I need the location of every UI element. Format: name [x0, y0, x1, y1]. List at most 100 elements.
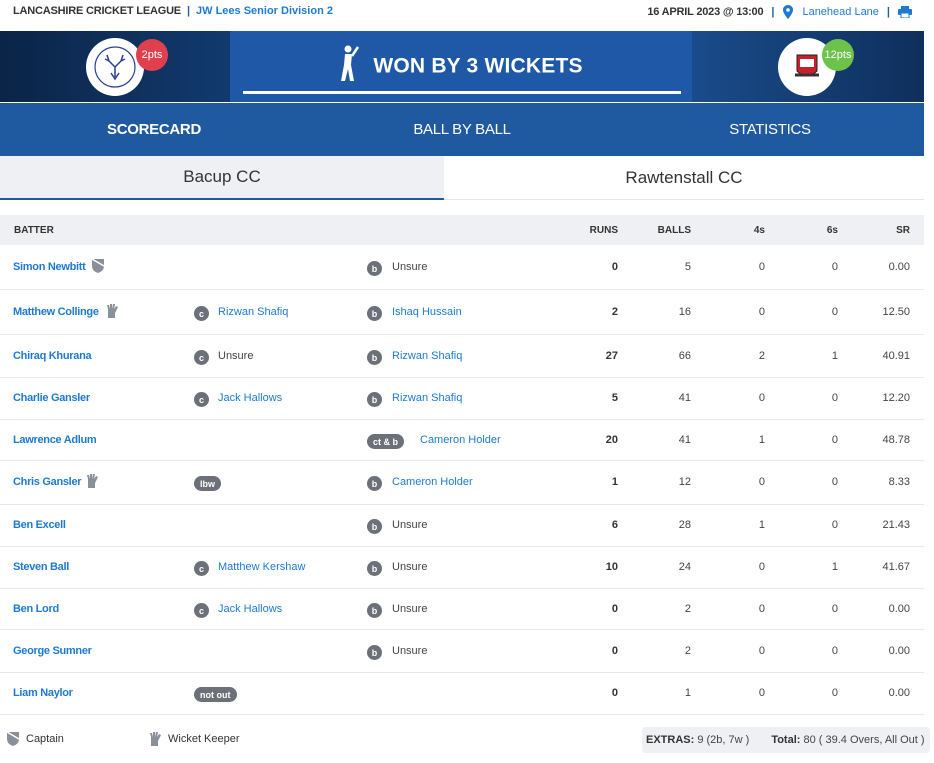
bowler-name: Unsure: [392, 261, 428, 273]
batter-name[interactable]: Steven Ball: [13, 561, 69, 573]
tab-statistics[interactable]: STATISTICS: [616, 103, 924, 156]
batter-name[interactable]: Chris Gansler: [13, 476, 82, 488]
sixes-cell: 0: [831, 306, 838, 318]
strike-rate-cell: 48.78: [882, 434, 910, 446]
strike-rate-cell: 41.67: [882, 561, 910, 573]
separator: |: [186, 5, 191, 17]
balls-cell: 5: [684, 261, 691, 273]
shield-icon: [6, 731, 20, 746]
batting-table: BATTER RUNS BALLS 4s 6s SR Simon Newbitt…: [0, 215, 924, 715]
strike-rate-cell: 0.00: [888, 261, 910, 273]
scorecard-nav: SCORECARD BALL BY BALL STATISTICS: [0, 103, 924, 156]
bowler-name: Unsure: [392, 603, 428, 615]
extras: EXTRAS: 9 (2b, 7w ): [646, 734, 749, 746]
bowler-name[interactable]: Ishaq Hussain: [392, 306, 462, 318]
sixes-cell: 0: [831, 687, 838, 699]
scorecard-footer: Captain Wicket Keeper EXTRAS: 9 (2b, 7w …: [0, 725, 934, 757]
result-text-wrap: WON BY 3 WICKETS: [230, 45, 692, 89]
glove-icon: [150, 732, 161, 746]
dismissal-type-badge: c: [194, 306, 209, 321]
bowler-name[interactable]: Cameron Holder: [420, 434, 501, 446]
sixes-cell: 0: [831, 519, 838, 531]
innings-tabs: Bacup CC Rawtenstall CC: [0, 156, 924, 200]
batter-name[interactable]: Charlie Gansler: [13, 392, 90, 404]
innings-totals: EXTRAS: 9 (2b, 7w ) Total: 80 ( 39.4 Ove…: [642, 727, 930, 753]
batter-name[interactable]: Lawrence Adlum: [13, 434, 97, 446]
batter-name[interactable]: Ben Excell: [13, 519, 66, 531]
fours-cell: 0: [758, 645, 765, 657]
batter-icon: [339, 45, 360, 89]
bowler-name: Unsure: [392, 561, 428, 573]
fielder-name[interactable]: Jack Hallows: [218, 392, 282, 404]
bowled-badge: b: [367, 392, 382, 407]
dismissal-type-badge: c: [194, 561, 209, 576]
match-info-bar: LANCASHIRE CRICKET LEAGUE | JW Lees Seni…: [0, 0, 934, 28]
runs-cell: 2: [611, 306, 618, 318]
bowled-badge: b: [367, 603, 382, 618]
result-underline: [243, 91, 681, 94]
home-team-panel: 2pts: [0, 31, 230, 102]
tab-away-innings[interactable]: Rawtenstall CC: [444, 156, 924, 200]
batter-name[interactable]: George Sumner: [13, 645, 92, 657]
batter-name[interactable]: Simon Newbitt: [13, 261, 86, 273]
bowler-name[interactable]: Cameron Holder: [392, 476, 473, 488]
away-points-badge: 12pts: [822, 39, 854, 71]
fours-cell: 1: [758, 434, 765, 446]
fours-cell: 0: [758, 561, 765, 573]
table-header: BATTER RUNS BALLS 4s 6s SR: [0, 215, 924, 245]
batter-name[interactable]: Matthew Collinge: [13, 306, 99, 318]
division-link[interactable]: JW Lees Senior Division 2: [196, 5, 333, 17]
runs-cell: 6: [611, 519, 618, 531]
fours-cell: 0: [758, 392, 765, 404]
runs-cell: 0: [611, 687, 618, 699]
runs-cell: 1: [611, 476, 618, 488]
captain-icon: [90, 258, 106, 274]
league-name[interactable]: LANCASHIRE CRICKET LEAGUE: [13, 5, 181, 17]
bowled-badge: b: [367, 519, 382, 534]
sixes-cell: 1: [831, 350, 838, 362]
bowled-badge: b: [367, 306, 382, 321]
table-row: George Sumner b Unsure 0 2 0 0 0.00: [0, 630, 924, 673]
strike-rate-cell: 8.33: [888, 476, 910, 488]
batter-name[interactable]: Chiraq Khurana: [13, 350, 92, 362]
captain-legend: Captain: [6, 731, 64, 747]
sixes-cell: 0: [831, 392, 838, 404]
strike-rate-cell: 21.43: [882, 519, 910, 531]
dismissal-type-badge: not out: [194, 687, 237, 702]
total-label: Total:: [771, 734, 801, 746]
fours-cell: 0: [758, 687, 765, 699]
strike-rate-cell: 12.20: [882, 392, 910, 404]
home-team-logo[interactable]: [86, 38, 144, 96]
bowler-name[interactable]: Rizwan Shafiq: [392, 350, 462, 362]
strike-rate-cell: 0.00: [888, 687, 910, 699]
tab-scorecard[interactable]: SCORECARD: [0, 103, 308, 156]
bowled-badge: b: [367, 350, 382, 365]
tab-ball-by-ball[interactable]: BALL BY BALL: [308, 103, 616, 156]
tab-home-innings[interactable]: Bacup CC: [0, 156, 444, 200]
venue-link[interactable]: Lanehead Lane: [802, 6, 878, 18]
runs-cell: 0: [611, 645, 618, 657]
header-fours: 4s: [753, 225, 765, 236]
fielder-name[interactable]: Jack Hallows: [218, 603, 282, 615]
bowler-name[interactable]: Rizwan Shafiq: [392, 392, 462, 404]
fours-cell: 0: [758, 261, 765, 273]
result-panel: WON BY 3 WICKETS: [230, 31, 692, 102]
table-row: Chris Gansler lbw b Cameron Holder 1 12 0 0 8.33: [0, 461, 924, 505]
fielder-name[interactable]: Matthew Kershaw: [218, 561, 305, 573]
bowled-badge: b: [367, 476, 382, 491]
table-body: Simon Newbitt b Unsure 0 5 0 0 0.00 Matthew Coll…: [0, 245, 924, 715]
separator: |: [886, 6, 890, 18]
table-row: Simon Newbitt b Unsure 0 5 0 0 0.00: [0, 245, 924, 290]
table-row: Lawrence Adlum ct & b Cameron Holder 20 41 1 0…: [0, 420, 924, 461]
strike-rate-cell: 0.00: [888, 645, 910, 657]
table-row: Steven Ball c Matthew Kershaw b Unsure 10 24 0 1…: [0, 547, 924, 589]
fielder-name[interactable]: Rizwan Shafiq: [218, 306, 288, 318]
batter-name[interactable]: Liam Naylor: [13, 687, 73, 699]
bowled-badge: ct & b: [367, 434, 405, 449]
batter-name[interactable]: Ben Lord: [13, 603, 59, 615]
table-row: Charlie Gansler c Jack Hallows b Rizwan Shaf…: [0, 378, 924, 420]
bowler-name: Unsure: [392, 519, 428, 531]
printer-icon[interactable]: [898, 6, 912, 19]
header-runs: RUNS: [589, 225, 618, 236]
balls-cell: 41: [678, 392, 691, 404]
